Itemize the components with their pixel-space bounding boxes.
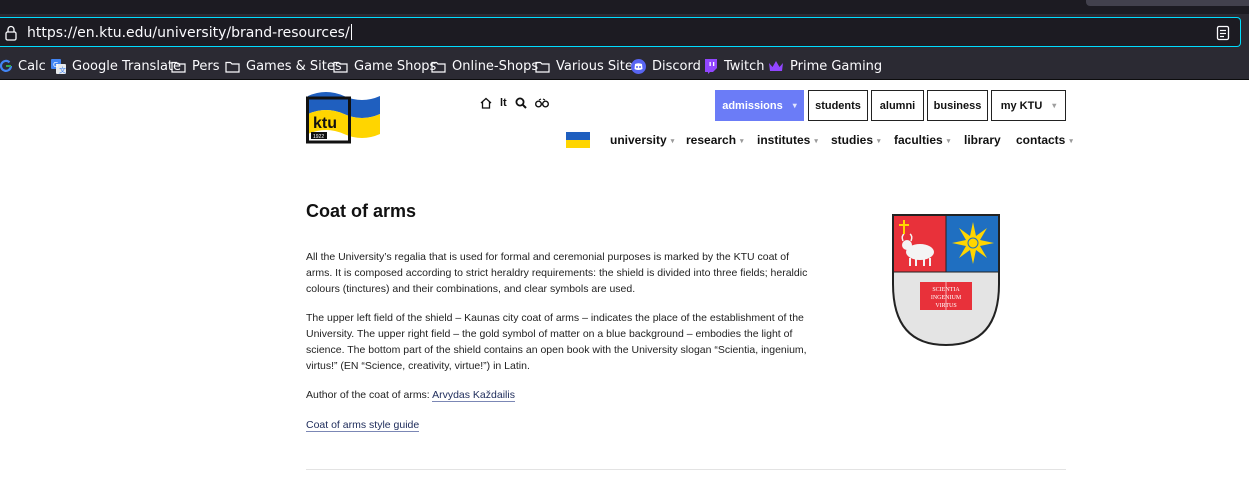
folder-icon bbox=[431, 61, 446, 73]
folder-icon bbox=[171, 61, 186, 73]
reader-view-icon[interactable] bbox=[1216, 25, 1230, 41]
nav-institutes[interactable]: institutes ▾ bbox=[757, 133, 818, 147]
lock-icon[interactable] bbox=[4, 25, 18, 41]
nav-contacts[interactable]: contacts ▾ bbox=[1016, 133, 1073, 147]
page-title: Coat of arms bbox=[306, 201, 417, 221]
svg-text:文: 文 bbox=[59, 65, 66, 74]
chevron-down-icon: ▾ bbox=[792, 101, 797, 110]
folder-icon bbox=[225, 61, 240, 73]
nav-library[interactable]: library bbox=[964, 133, 1001, 147]
discord-icon bbox=[631, 58, 646, 74]
bookmark-folder-various-sites[interactable]: Various Sites bbox=[535, 57, 640, 75]
intro-paragraph: All the University’s regalia that is use… bbox=[306, 251, 808, 295]
chevron-down-icon: ▾ bbox=[740, 138, 744, 145]
bookmark-twitch[interactable]: Twitch bbox=[704, 57, 765, 75]
bookmark-folder-pers[interactable]: Pers bbox=[171, 57, 220, 75]
web-page: ktu 1922 lt admissions ▾ students alumni … bbox=[0, 81, 1249, 492]
bookmark-folder-online-shops[interactable]: Online-Shops bbox=[431, 57, 538, 75]
ukraine-flag-icon bbox=[566, 132, 590, 148]
accessibility-icon[interactable] bbox=[534, 98, 549, 108]
chevron-down-icon: ▾ bbox=[1052, 101, 1057, 110]
folder-icon bbox=[333, 61, 348, 73]
business-button[interactable]: business bbox=[927, 90, 988, 121]
style-guide-line: Coat of arms style guide bbox=[306, 417, 811, 433]
nav-studies[interactable]: studies ▾ bbox=[831, 133, 881, 147]
style-guide-link[interactable]: Coat of arms style guide bbox=[306, 419, 420, 432]
language-switch-lt[interactable]: lt bbox=[500, 97, 507, 109]
bookmark-prime-gaming[interactable]: Prime Gaming bbox=[768, 57, 882, 75]
svg-text:G: G bbox=[53, 61, 58, 69]
crown-icon bbox=[769, 61, 783, 71]
nav-university[interactable]: university ▾ bbox=[610, 133, 674, 147]
bookmark-calc[interactable]: Calc bbox=[0, 57, 46, 75]
utility-links: lt bbox=[480, 97, 549, 109]
address-bar[interactable]: https://en.ktu.edu/university/brand-reso… bbox=[0, 17, 1241, 47]
search-icon[interactable] bbox=[515, 97, 527, 109]
bookmark-folder-games-sites[interactable]: Games & Sites bbox=[225, 57, 342, 75]
bookmark-discord[interactable]: Discord bbox=[631, 57, 701, 75]
twitch-icon bbox=[705, 58, 717, 74]
my-ktu-button[interactable]: my KTU ▾ bbox=[991, 90, 1066, 121]
bookmark-folder-game-shops[interactable]: Game Shops bbox=[333, 57, 436, 75]
browser-toolbar: https://en.ktu.edu/university/brand-reso… bbox=[0, 14, 1249, 50]
coat-of-arms-image: SCIENTIA INGENIUM VIRTUS bbox=[892, 214, 1000, 346]
author-link[interactable]: Arvydas Každailis bbox=[432, 389, 515, 402]
chevron-down-icon: ▾ bbox=[670, 138, 675, 145]
home-icon[interactable] bbox=[480, 97, 492, 109]
book-line-2: INGENIUM bbox=[931, 295, 962, 301]
translate-icon: G 文 bbox=[51, 58, 66, 74]
logo-year: 1922 bbox=[313, 134, 324, 140]
nav-research[interactable]: research ▾ bbox=[686, 133, 744, 147]
book-line-3: VIRTUS bbox=[935, 303, 956, 309]
browser-tab[interactable] bbox=[1086, 0, 1249, 6]
content-divider bbox=[306, 469, 1066, 470]
author-line: Author of the coat of arms: Arvydas Každ… bbox=[306, 387, 811, 403]
google-icon bbox=[0, 59, 12, 72]
url-text[interactable]: https://en.ktu.edu/university/brand-reso… bbox=[27, 24, 352, 41]
chevron-down-icon: ▾ bbox=[814, 138, 818, 145]
chevron-down-icon: ▾ bbox=[946, 138, 951, 145]
bookmark-google-translate[interactable]: G 文 Google Translate bbox=[51, 57, 181, 75]
chevron-down-icon: ▾ bbox=[1069, 138, 1073, 145]
alumni-button[interactable]: alumni bbox=[871, 90, 924, 121]
browser-tab-strip bbox=[0, 0, 1249, 14]
book-line-1: SCIENTIA bbox=[932, 287, 960, 293]
chevron-down-icon: ▾ bbox=[877, 138, 881, 145]
logo-text: ktu bbox=[313, 115, 337, 132]
admissions-button[interactable]: admissions ▾ bbox=[715, 90, 804, 121]
nav-faculties[interactable]: faculties ▾ bbox=[894, 133, 950, 147]
open-book-icon: SCIENTIA INGENIUM VIRTUS bbox=[920, 282, 972, 310]
description-paragraph: The upper left field of the shield – Kau… bbox=[306, 312, 807, 372]
bookmarks-toolbar: Calc G 文 Google Translate Pers Games & S… bbox=[0, 50, 1249, 80]
folder-icon bbox=[535, 61, 550, 73]
ktu-logo[interactable]: ktu 1922 bbox=[306, 90, 380, 144]
students-button[interactable]: students bbox=[808, 90, 868, 121]
author-label: Author of the coat of arms: bbox=[306, 389, 433, 401]
